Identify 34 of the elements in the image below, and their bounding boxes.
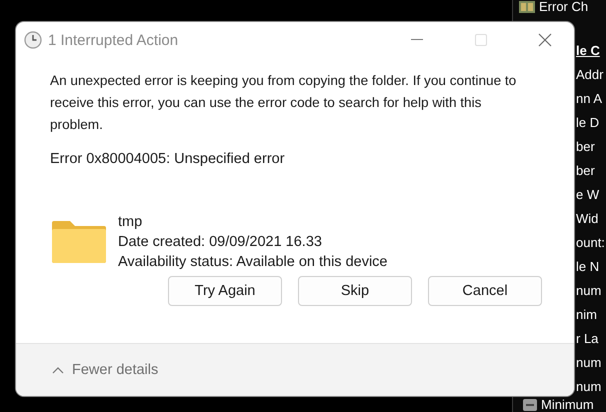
list-item: nn A xyxy=(576,90,602,106)
chevron-icon xyxy=(52,366,64,374)
list-item: ount: xyxy=(576,234,605,250)
clock-icon xyxy=(24,31,42,49)
close-icon xyxy=(538,33,552,47)
dialog-button[interactable]: Skip xyxy=(298,276,412,306)
list-item: e W xyxy=(576,186,600,202)
list-item: num xyxy=(576,282,602,298)
file-detail: Date created: 09/09/2021 16.33 xyxy=(118,233,323,252)
list-item: nim xyxy=(576,306,597,322)
error-code: Error 0x80004005: Unspecified error xyxy=(50,150,286,169)
dialog-button[interactable]: Cancel xyxy=(428,276,542,306)
list-item: le D xyxy=(576,114,600,130)
window-header: Error Ch xyxy=(539,0,588,14)
details-toggle[interactable]: Fewer details xyxy=(52,362,158,378)
list-item: Addr xyxy=(576,66,604,82)
minimize-icon xyxy=(411,39,423,41)
window-icon xyxy=(519,1,535,13)
list-item: r La xyxy=(576,330,598,346)
list-item: ber xyxy=(576,162,595,178)
section-heading: le C xyxy=(576,42,600,58)
list-item: num xyxy=(576,378,602,394)
window-title: 1 Interrupted Action xyxy=(48,32,180,48)
dialog-button[interactable]: Try Again xyxy=(168,276,282,306)
list-item: Minimum xyxy=(541,398,594,412)
file-detail: Availability status: Available on this device xyxy=(118,253,388,272)
file-name: tmp xyxy=(118,213,144,232)
folder-icon xyxy=(50,219,108,265)
maximize-icon xyxy=(475,34,487,46)
list-item: num xyxy=(576,354,602,370)
list-item: le N xyxy=(576,258,600,274)
error-message: An unexpected error is keeping you from copying the folder. If you continue to receive this error, you can use the error code to search for help with this problem. xyxy=(50,72,518,134)
list-item: ber xyxy=(576,138,595,154)
list-item: Wid xyxy=(576,210,598,226)
